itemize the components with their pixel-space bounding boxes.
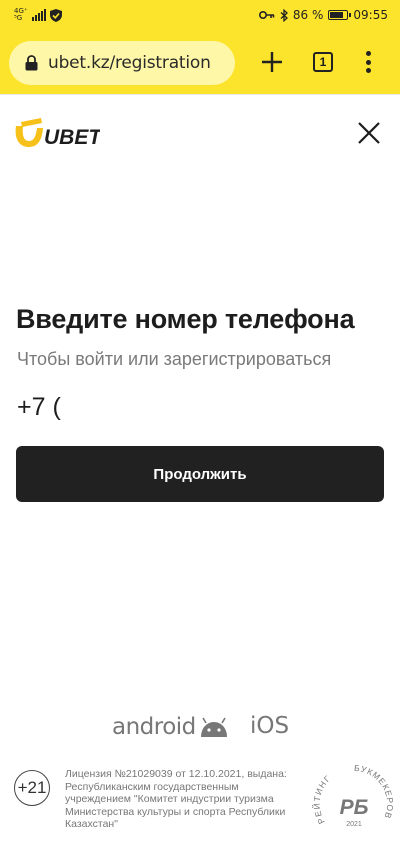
status-right: 86 % 09:55 <box>258 8 388 22</box>
network-indicator: 4G⁺ ⁵G <box>14 8 28 22</box>
status-time: 09:55 <box>353 8 388 22</box>
android-link[interactable]: android <box>112 714 196 740</box>
close-icon[interactable] <box>357 121 381 145</box>
rating-year: 2021 <box>346 821 362 828</box>
browser-toolbar: ubet.kz/registration 1 <box>0 32 400 94</box>
battery-icon <box>328 10 352 20</box>
rating-logo: РБ <box>340 796 369 819</box>
key-icon <box>258 11 275 19</box>
status-left: 4G⁺ ⁵G <box>14 8 62 22</box>
address-bar[interactable]: ubet.kz/registration <box>9 41 235 85</box>
phone-input[interactable] <box>17 393 377 422</box>
license-text: Лицензия №21029039 от 12.10.2021, выдана… <box>65 768 287 830</box>
app-links: android iOS <box>0 709 400 745</box>
page-subtitle: Чтобы войти или зарегистрироваться <box>17 349 332 369</box>
more-options-button[interactable] <box>360 48 376 76</box>
signal-icon <box>31 9 46 21</box>
menu-dot <box>365 59 371 65</box>
toolbar-divider <box>0 94 400 95</box>
url-text: ubet.kz/registration <box>48 53 211 73</box>
shield-check-icon <box>49 8 62 22</box>
bluetooth-icon <box>280 8 288 22</box>
ubet-logo[interactable]: UBET <box>14 116 103 150</box>
new-tab-button[interactable] <box>258 48 286 76</box>
age-restriction-badge: +21 <box>14 770 50 806</box>
logo-text: UBET <box>44 126 100 149</box>
menu-dot <box>365 51 371 56</box>
continue-button[interactable]: Продолжить <box>16 446 384 502</box>
page-title: Введите номер телефона <box>16 304 355 334</box>
rating-badge[interactable]: РЕЙТИНГ БУКМЕКЕРОВ РБ 2021 <box>312 762 394 844</box>
tab-switcher-button[interactable]: 1 <box>313 52 333 72</box>
android-icon[interactable] <box>198 717 230 739</box>
rating-top-text: РЕЙТИНГ <box>312 773 333 826</box>
lock-icon <box>25 55 38 71</box>
status-bar: 4G⁺ ⁵G 86 % 09:55 <box>0 0 400 32</box>
menu-dot <box>365 68 371 73</box>
network-sub: ⁵G <box>14 14 23 22</box>
battery-percent: 86 % <box>292 8 324 22</box>
ios-link[interactable]: iOS <box>250 713 289 739</box>
